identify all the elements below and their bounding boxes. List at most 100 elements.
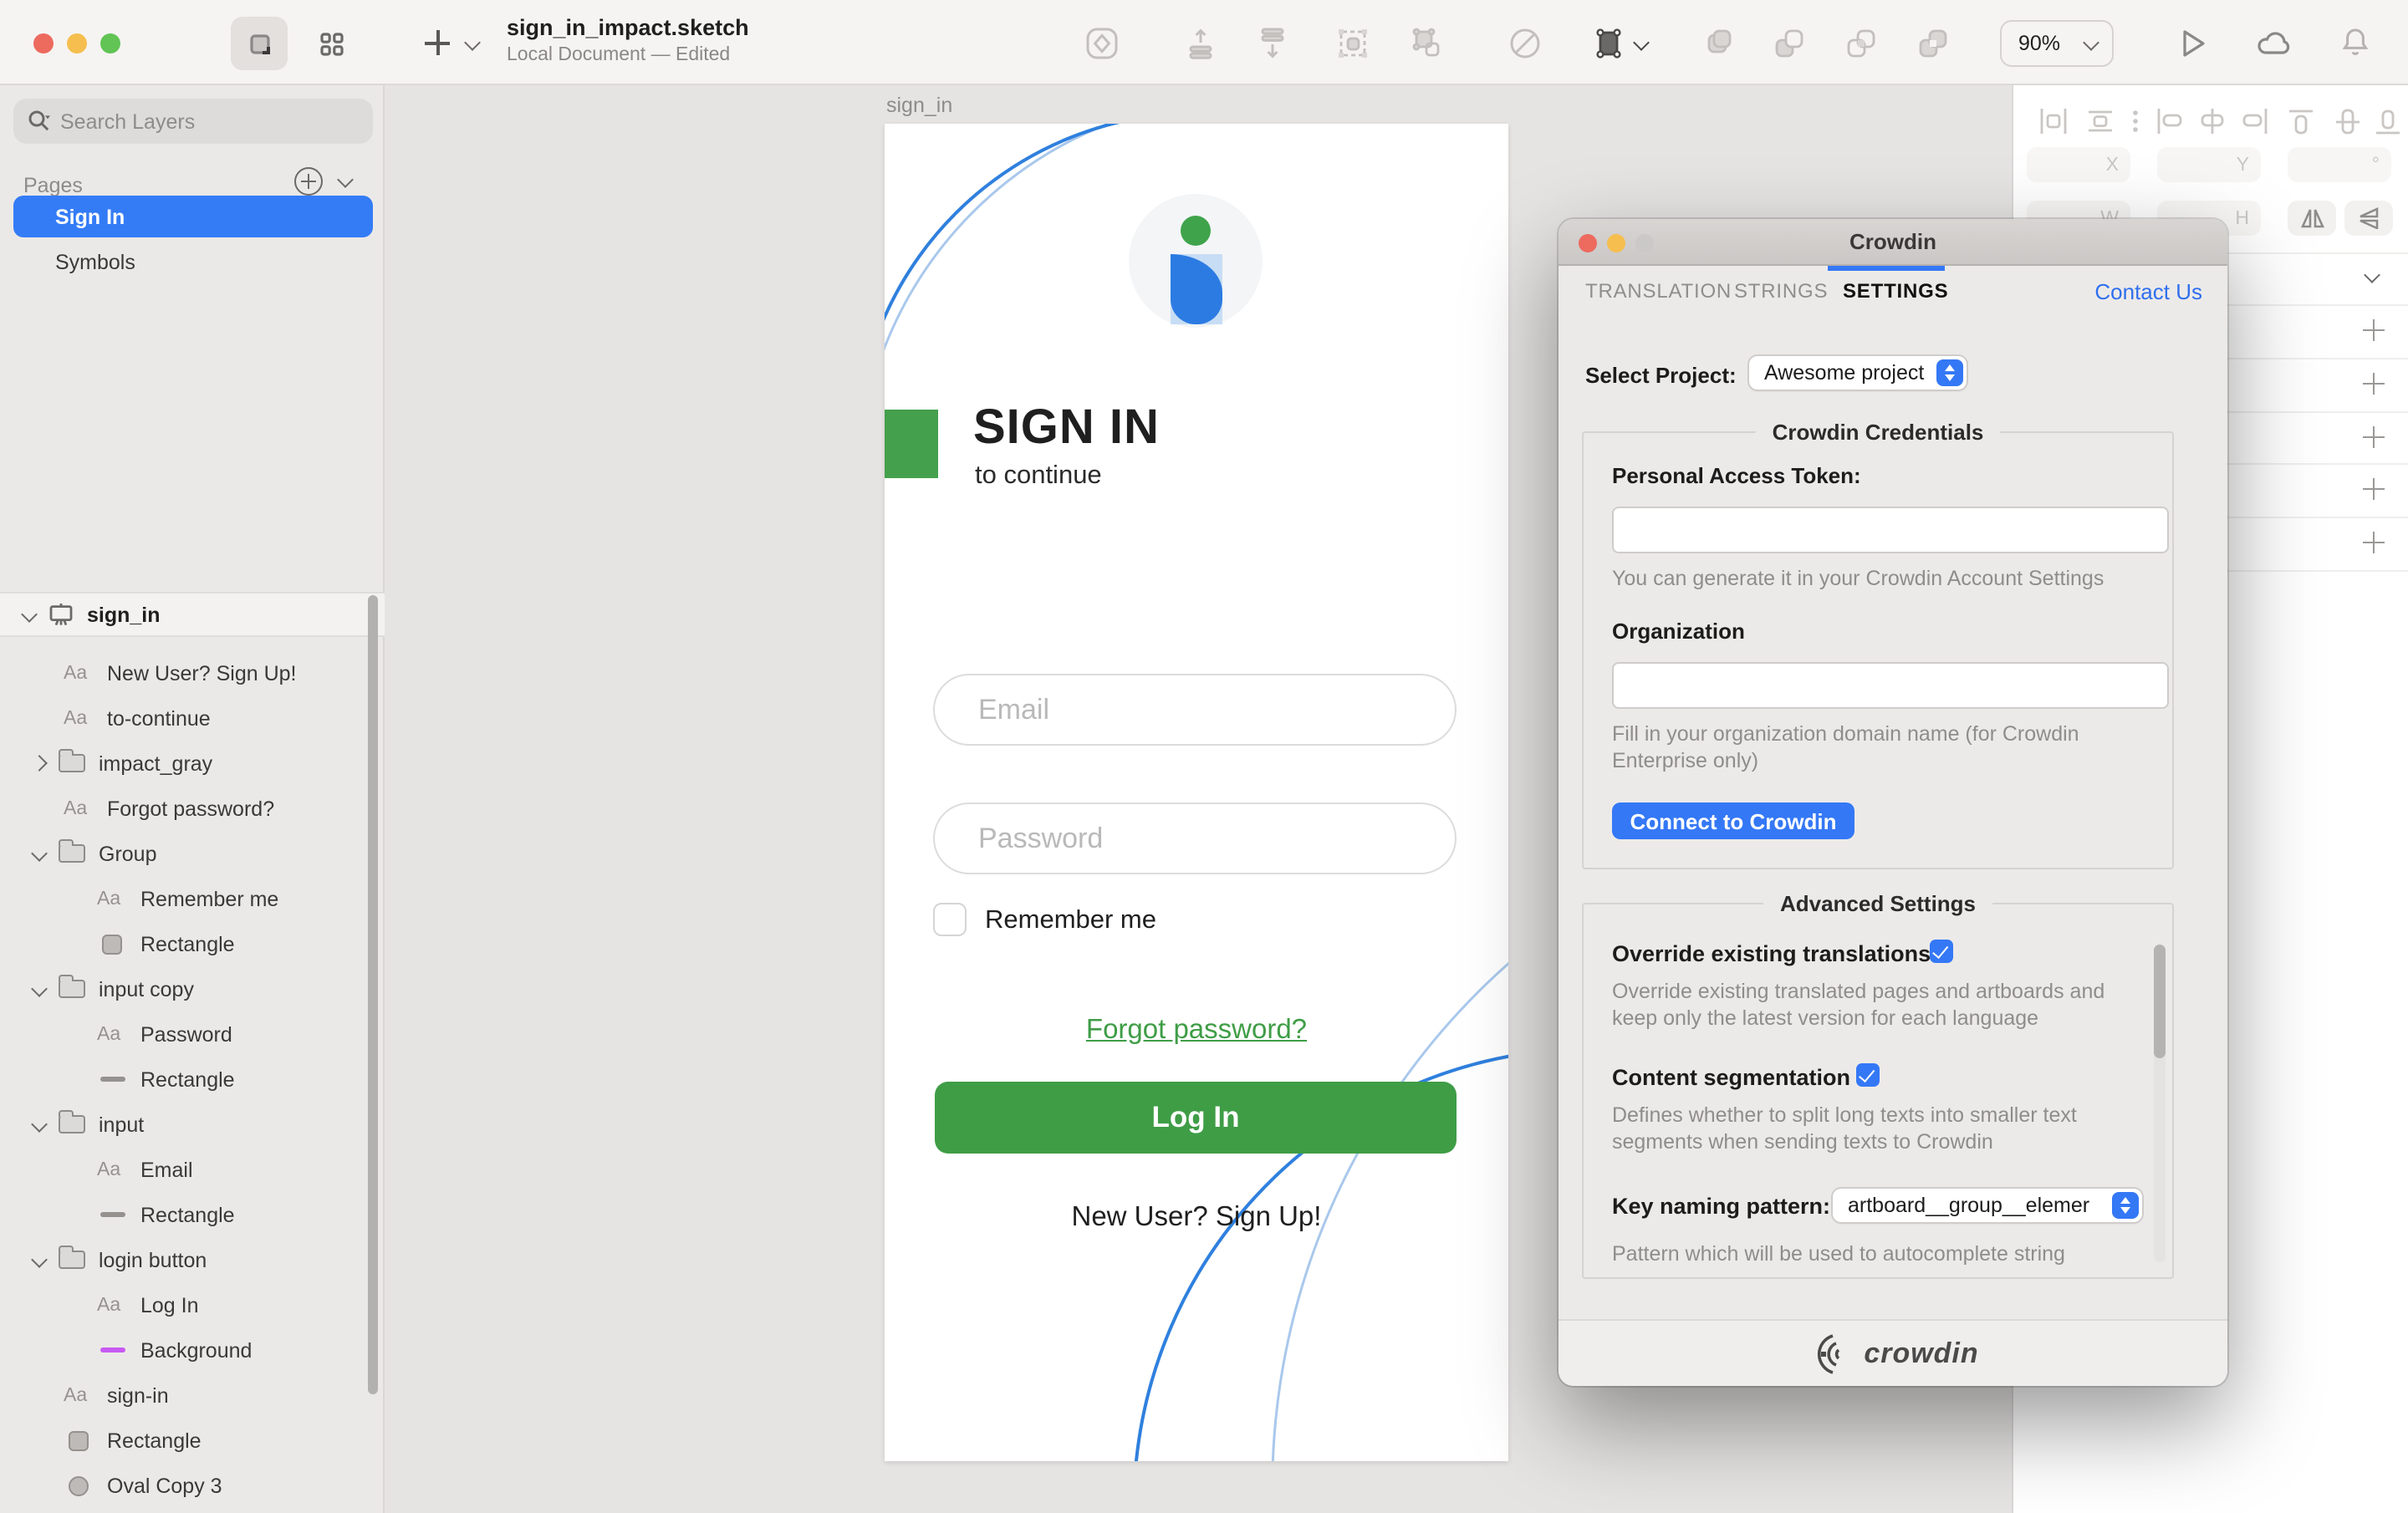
zoom-chevron-icon — [2083, 34, 2099, 51]
zoom-level-dropdown[interactable]: 90% — [2000, 20, 2114, 67]
boolean-subtract-button[interactable] — [1771, 25, 1808, 70]
layer-row[interactable]: Aasign-in — [0, 1373, 385, 1418]
layer-row[interactable]: Rectangle — [0, 1192, 385, 1237]
layer-row[interactable]: Rectangle — [0, 1418, 385, 1463]
artboard-layer-header[interactable]: sign_in — [0, 592, 385, 637]
tab-strings[interactable]: STRINGS — [1734, 279, 1828, 303]
layer-row[interactable]: Rectangle — [0, 921, 385, 966]
preview-button[interactable] — [2176, 27, 2209, 69]
minimize-window-button[interactable] — [67, 33, 87, 53]
sidebar-page-sign-in[interactable]: Sign In — [13, 196, 373, 237]
remember-me-checkbox[interactable] — [933, 903, 967, 936]
layer-row[interactable]: Group — [0, 831, 385, 876]
search-layers-field[interactable] — [13, 99, 373, 144]
search-input[interactable] — [60, 110, 311, 133]
add-border-button[interactable] — [2363, 426, 2385, 448]
tab-settings[interactable]: SETTINGS — [1843, 279, 1948, 303]
create-symbol-button[interactable] — [1084, 25, 1120, 70]
ungroup-button[interactable] — [1408, 25, 1445, 70]
notifications-button[interactable] — [2338, 25, 2373, 69]
personal-access-token-input[interactable] — [1612, 507, 2169, 553]
tidy-button[interactable] — [1254, 25, 1291, 70]
close-window-button[interactable] — [1579, 234, 1597, 252]
remember-me-label[interactable]: Remember me — [985, 906, 1156, 936]
boolean-intersect-button[interactable] — [1843, 25, 1880, 70]
add-style-button[interactable] — [2363, 319, 2385, 341]
layer-row[interactable]: AaEmail — [0, 1147, 385, 1192]
chevron-down-icon[interactable] — [31, 1251, 48, 1268]
advanced-scrollbar-thumb[interactable] — [2154, 945, 2166, 1058]
layer-row[interactable]: Rectangle — [0, 1057, 385, 1102]
minimize-window-button[interactable] — [1607, 234, 1625, 252]
connect-to-crowdin-button[interactable]: Connect to Crowdin — [1612, 802, 1854, 839]
alignment-toolbar[interactable] — [2028, 107, 2400, 137]
chevron-down-icon[interactable] — [31, 1116, 48, 1133]
log-in-button[interactable]: Log In — [935, 1082, 1457, 1154]
tab-translation[interactable]: TRANSLATION — [1585, 279, 1732, 303]
layer-row[interactable]: input — [0, 1102, 385, 1147]
contact-us-link[interactable]: Contact Us — [2094, 279, 2202, 304]
add-blur-button[interactable] — [2363, 532, 2385, 553]
sign-up-text[interactable]: New User? Sign Up! — [885, 1202, 1508, 1234]
layer-label: Rectangle — [140, 932, 235, 955]
personal-access-token-helper: You can generate it in your Crowdin Acco… — [1612, 567, 2104, 593]
add-page-button[interactable] — [294, 167, 323, 196]
personal-access-token-label: Personal Access Token: — [1612, 463, 1861, 488]
override-translations-checkbox[interactable] — [1930, 940, 1953, 963]
distribute-vertically-button[interactable] — [1182, 25, 1219, 70]
chevron-down-icon[interactable] — [31, 845, 48, 862]
section-collapse-chevron-icon[interactable] — [2364, 267, 2380, 283]
layer-row[interactable]: Oval Copy 3 — [0, 1463, 385, 1508]
crowdin-window-titlebar[interactable]: Crowdin — [1559, 219, 2227, 266]
zoom-window-button[interactable] — [1635, 234, 1654, 252]
flip-horizontal-button[interactable] — [2288, 201, 2336, 236]
layer-row[interactable]: input copy — [0, 966, 385, 1011]
layer-row[interactable]: AaForgot password? — [0, 786, 385, 831]
layer-row[interactable]: AaPassword — [0, 1011, 385, 1057]
to-continue-text[interactable]: to continue — [975, 461, 1102, 492]
insert-menu-chevron-icon[interactable] — [464, 34, 481, 51]
organization-input[interactable] — [1612, 662, 2169, 709]
artboard-title[interactable]: sign_in — [886, 94, 952, 117]
layer-row[interactable]: AaRemember me — [0, 876, 385, 921]
group-button[interactable] — [1334, 25, 1371, 70]
boolean-difference-button[interactable] — [1915, 25, 1951, 70]
x-position-field[interactable]: X — [2027, 147, 2130, 182]
green-accent-rectangle[interactable] — [885, 410, 938, 478]
layer-row[interactable]: AaNew User? Sign Up! — [0, 650, 385, 695]
mask-button[interactable] — [1507, 25, 1543, 70]
scale-button[interactable] — [1590, 25, 1627, 70]
y-position-field[interactable]: Y — [2157, 147, 2261, 182]
add-fill-button[interactable] — [2363, 373, 2385, 395]
forgot-password-link[interactable]: Forgot password? — [885, 1015, 1508, 1047]
layer-row[interactable]: login button — [0, 1237, 385, 1282]
artboard[interactable]: SIGN IN to continue Email Password Remem… — [885, 124, 1508, 1461]
sidebar-page-symbols[interactable]: Symbols — [13, 244, 373, 281]
layer-row[interactable]: AaLog In — [0, 1282, 385, 1327]
flip-vertical-button[interactable] — [2344, 201, 2393, 236]
chevron-down-icon[interactable] — [31, 981, 48, 997]
app-logo[interactable] — [1129, 194, 1263, 328]
cloud-sync-button[interactable] — [2256, 27, 2293, 69]
boolean-union-button[interactable] — [1699, 25, 1736, 70]
more-options-icon — [2133, 110, 2138, 132]
grid-view-toggle[interactable] — [303, 17, 360, 70]
zoom-window-button[interactable] — [100, 33, 120, 53]
chevron-right-icon[interactable] — [31, 755, 48, 772]
rotation-field[interactable]: ° — [2288, 147, 2391, 182]
key-naming-pattern-select[interactable]: artboard__group__elemer — [1833, 1189, 2142, 1222]
sign-in-heading[interactable]: SIGN IN — [973, 401, 1160, 456]
scale-menu-chevron-icon[interactable] — [1633, 34, 1650, 51]
close-window-button[interactable] — [33, 33, 54, 53]
password-field[interactable]: Password — [933, 802, 1457, 874]
email-field[interactable]: Email — [933, 674, 1457, 746]
layer-row[interactable]: impact_gray — [0, 741, 385, 786]
sidebar-scrollbar[interactable] — [368, 595, 378, 1394]
pages-collapse-chevron-icon[interactable] — [337, 171, 354, 188]
canvas-view-toggle[interactable] — [231, 17, 288, 70]
layer-row[interactable]: Background — [0, 1327, 385, 1373]
add-shadow-button[interactable] — [2363, 478, 2385, 500]
project-select[interactable]: Awesome project — [1749, 356, 1967, 390]
layer-row[interactable]: Aato-continue — [0, 695, 385, 741]
content-segmentation-checkbox[interactable] — [1856, 1063, 1880, 1087]
